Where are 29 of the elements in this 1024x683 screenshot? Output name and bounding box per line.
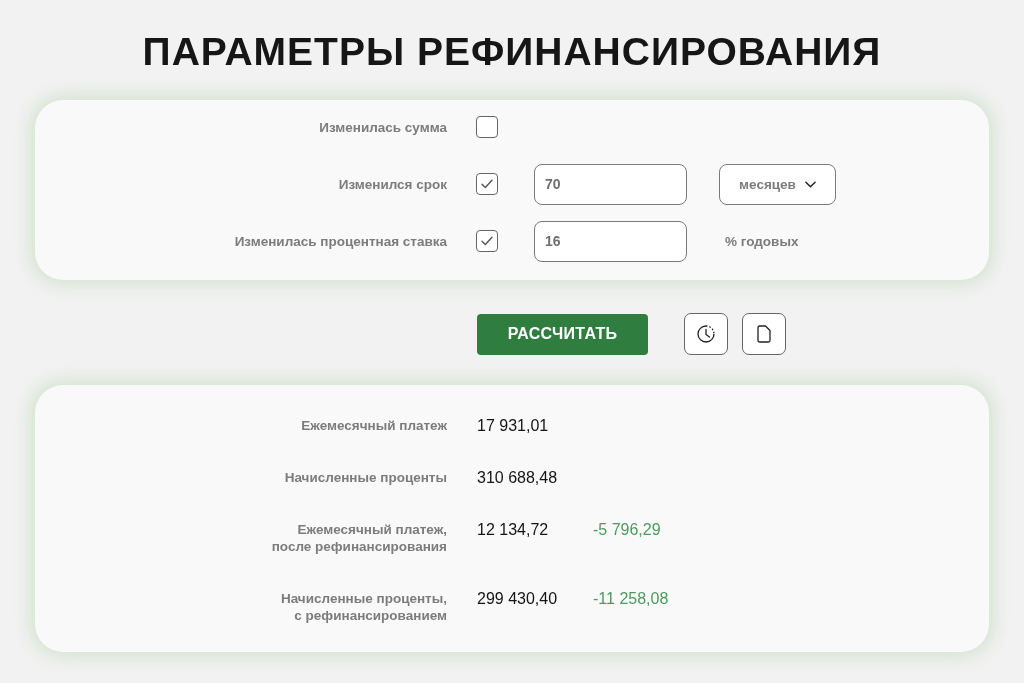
parameter-label: Изменилась процентная ставка (233, 233, 447, 249)
unit-label: % годовых (725, 233, 799, 249)
document-button[interactable] (742, 313, 786, 355)
document-icon (757, 325, 771, 343)
clock-icon (697, 325, 715, 343)
checkbox[interactable] (476, 116, 498, 138)
difference-value: -5 796,29 (593, 521, 661, 538)
difference-value: -11 258,08 (593, 590, 669, 607)
page-title: ПАРАМЕТРЫ РЕФИНАНСИРОВАНИЯ (142, 30, 882, 74)
result-label: Начисленные проценты (283, 469, 447, 486)
result-label: Ежемесячный платеж, после рефинансирования (270, 521, 447, 555)
parameter-label: Изменился срок (337, 176, 447, 192)
history-button[interactable] (684, 313, 728, 355)
checkmark-icon (481, 179, 493, 189)
result-label: Начисленные проценты, с рефинансированием (279, 590, 447, 624)
rate-input[interactable]: 16 (534, 220, 687, 262)
chevron-down-icon (804, 180, 816, 188)
result-value: 310 688,48 (477, 469, 559, 486)
calculate-button[interactable]: РАССЧИТАТЬ (477, 313, 648, 355)
checkbox[interactable] (476, 173, 498, 195)
checkmark-icon (481, 236, 493, 246)
unit-dropdown[interactable]: месяцев (719, 163, 836, 205)
result-label: Ежемесячный платеж (300, 417, 447, 434)
term-input[interactable]: 70 (534, 163, 687, 205)
result-value: 17 931,01 (477, 417, 550, 434)
result-value: 299 430,40 (477, 590, 559, 607)
result-value: 12 134,72 (477, 521, 550, 538)
checkbox[interactable] (476, 230, 498, 252)
parameter-label: Изменилась сумма (318, 119, 447, 135)
